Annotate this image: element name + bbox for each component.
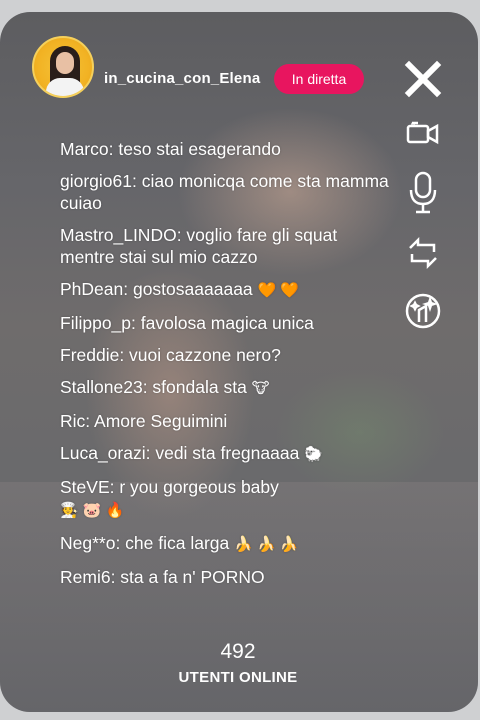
- chat-message: Luca_orazi: vedi sta fregnaaaa 🐑: [60, 443, 323, 463]
- live-badge: In diretta: [274, 64, 364, 94]
- chat-message: Freddie: vuoi cazzone nero?: [60, 345, 281, 365]
- streamer-username[interactable]: in_cucina_con_Elena: [104, 70, 260, 87]
- video-camera-icon[interactable]: [404, 114, 442, 152]
- emoji-banana-icon: 🍌 🍌 🍌: [234, 536, 299, 553]
- emoji-chef-pig-fire-icon: 🧑‍🍳 🐷 🔥: [60, 502, 125, 519]
- chat-message: Neg**o: che fica larga 🍌 🍌 🍌: [60, 533, 299, 553]
- chat-message: Filippo_p: favolosa magica unica: [60, 313, 314, 333]
- live-stream-view: in_cucina_con_Elena In diretta Marco: te…: [0, 12, 478, 712]
- emoji-cow-icon: 🐮: [251, 380, 270, 397]
- viewer-count: 492: [220, 640, 256, 663]
- chat-message: Stallone23: sfondala sta 🐮: [60, 377, 270, 397]
- effects-wand-icon[interactable]: [404, 292, 442, 330]
- chat-message: Marco: teso stai esagerando: [60, 139, 281, 159]
- viewer-label: UTENTI ONLINE: [178, 669, 298, 686]
- switch-camera-icon[interactable]: [404, 234, 442, 272]
- chat-message: Ric: Amore Seguimini: [60, 411, 228, 431]
- chat-feed: Marco: teso stai esagerando giorgio61: c…: [60, 138, 390, 598]
- emoji-sheep-icon: 🐑: [304, 446, 323, 463]
- emoji-heart-icon: 🧡 🧡: [257, 282, 300, 299]
- stream-header: in_cucina_con_Elena In diretta: [0, 12, 478, 112]
- streamer-avatar[interactable]: [32, 36, 94, 98]
- chat-message: PhDean: gostosaaaaaaa 🧡 🧡: [60, 279, 300, 299]
- viewer-counter: 492 UTENTI ONLINE: [0, 640, 476, 686]
- close-icon[interactable]: [404, 60, 442, 98]
- chat-message: SteVE: r you gorgeous baby 🧑‍🍳 🐷 🔥: [60, 477, 279, 519]
- chat-message: Mastro_LINDO: voglio fare gli squat ment…: [60, 225, 338, 267]
- chat-message: Remi6: sta a fa n' PORNO: [60, 567, 265, 587]
- chat-message: giorgio61: ciao monicqa come sta mamma c…: [60, 171, 389, 213]
- microphone-icon[interactable]: [404, 170, 442, 216]
